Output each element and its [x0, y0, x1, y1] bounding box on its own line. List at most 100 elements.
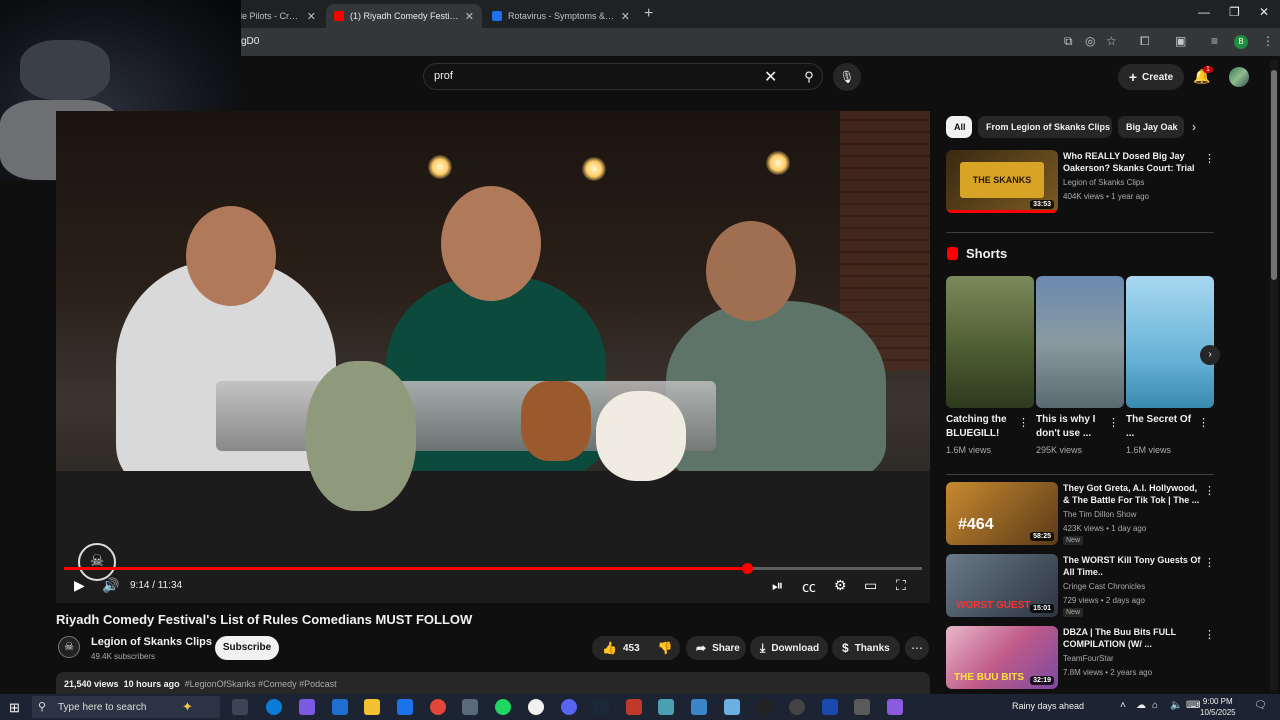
clear-search-icon[interactable]: ✕ — [764, 67, 777, 87]
tab-rotavirus[interactable]: Rotavirus - Symptoms & cause ✕ — [484, 4, 638, 28]
play-icon[interactable]: ▶ — [74, 577, 85, 594]
tab-search-icon[interactable]: ≡ — [1211, 34, 1218, 48]
captions-icon[interactable]: ㏄ — [802, 577, 816, 597]
weather-widget[interactable]: Rainy days ahead — [1012, 701, 1084, 711]
close-tab-icon[interactable]: ✕ — [465, 10, 474, 23]
spotify-icon[interactable] — [495, 699, 511, 715]
app-icon[interactable] — [528, 699, 544, 715]
more-options-icon[interactable]: ⋮ — [1198, 416, 1209, 429]
download-button[interactable]: ⤓ Download — [750, 636, 828, 660]
subscribe-button[interactable]: Subscribe — [215, 636, 279, 660]
app-icon[interactable] — [757, 699, 773, 715]
search-box[interactable]: prof ✕ ⚲ — [423, 63, 823, 90]
app-icon[interactable] — [724, 699, 740, 715]
description-box[interactable]: 21,540 views 10 hours ago #LegionOfSkank… — [56, 672, 930, 694]
restore-icon[interactable]: ❐ — [1229, 5, 1240, 19]
eye-off-icon[interactable]: ◎ — [1085, 34, 1095, 48]
edge-icon[interactable] — [266, 699, 282, 715]
scrollbar-thumb[interactable] — [1271, 70, 1277, 280]
autoplay-toggle-icon[interactable]: ⏯ — [772, 577, 783, 594]
calculator-icon[interactable] — [691, 699, 707, 715]
theater-mode-icon[interactable]: ▭ — [864, 577, 877, 594]
channel-avatar[interactable]: ☠ — [58, 636, 80, 658]
more-options-icon[interactable]: ⋮ — [1108, 416, 1119, 429]
outlook-icon[interactable] — [397, 699, 413, 715]
more-options-icon[interactable]: ⋮ — [1018, 416, 1029, 429]
chip-from-channel[interactable]: From Legion of Skanks Clips — [978, 116, 1112, 138]
short-item[interactable]: The Secret Of ... 1.6M views ⋮ — [1126, 276, 1214, 455]
url-text[interactable]: gD0 — [241, 36, 259, 47]
hashtags[interactable]: #LegionOfSkanks #Comedy #Podcast — [185, 679, 337, 689]
page-scrollbar[interactable] — [1270, 60, 1278, 690]
network-icon[interactable]: ⌂ — [1152, 700, 1158, 711]
short-item[interactable]: This is why I don't use ... 295K views ⋮ — [1036, 276, 1124, 455]
chip-all[interactable]: All — [946, 116, 972, 138]
new-tab-icon[interactable]: + — [644, 5, 653, 23]
search-input[interactable]: prof — [434, 70, 453, 82]
media-player-icon[interactable] — [789, 699, 805, 715]
share-button[interactable]: ➦ Share — [686, 636, 746, 660]
short-item[interactable]: Catching the BLUEGILL! 1.6M views ⋮ — [946, 276, 1034, 455]
malwarebytes-icon[interactable] — [822, 699, 838, 715]
dislike-icon[interactable]: 👎 — [658, 641, 673, 655]
close-tab-icon[interactable]: ✕ — [621, 10, 630, 23]
tray-chevron-icon[interactable]: ˄ — [1120, 700, 1126, 711]
app-icon[interactable] — [462, 699, 478, 715]
task-view-icon[interactable] — [232, 699, 248, 715]
create-button[interactable]: + Create — [1118, 64, 1184, 90]
search-icon[interactable]: ⚲ — [794, 64, 824, 89]
settings-icon[interactable] — [854, 699, 870, 715]
sidepanel-icon[interactable]: ▣ — [1175, 34, 1186, 48]
profile-avatar[interactable]: B — [1234, 35, 1248, 49]
notifications-icon[interactable]: 🗨 — [1254, 700, 1267, 711]
store-icon[interactable] — [332, 699, 348, 715]
like-count[interactable]: 453 — [623, 643, 640, 654]
chip-big-jay[interactable]: Big Jay Oak — [1118, 116, 1184, 138]
more-actions-icon[interactable]: ⋯ — [905, 636, 929, 660]
more-options-icon[interactable]: ⋮ — [1204, 152, 1215, 165]
volume-tray-icon[interactable]: 🔈 — [1170, 700, 1182, 711]
close-tab-icon[interactable]: ✕ — [307, 10, 316, 23]
close-window-icon[interactable]: ✕ — [1259, 5, 1269, 19]
tray-icon[interactable]: ⌨ — [1186, 700, 1200, 711]
app-icon[interactable] — [626, 699, 642, 715]
chrome-icon[interactable] — [430, 699, 446, 715]
windows-start-icon[interactable]: ⊞ — [9, 700, 20, 716]
tray-icon[interactable]: ☁ — [1136, 700, 1146, 711]
more-options-icon[interactable]: ⋮ — [1204, 484, 1215, 497]
taskbar-search[interactable]: ⚲ Type here to search ✦ — [32, 696, 220, 718]
account-avatar[interactable] — [1229, 67, 1249, 87]
channel-name[interactable]: Legion of Skanks Clips — [91, 636, 212, 648]
app-icon[interactable] — [887, 699, 903, 715]
volume-icon[interactable]: 🔊 — [102, 577, 119, 594]
recommendation-item[interactable]: THE SKANKS COURT 33:53 Who REALLY Dosed … — [946, 150, 1216, 218]
steam-icon[interactable] — [593, 699, 609, 715]
system-clock[interactable]: 9:00 PM 10/5/2025 — [1200, 696, 1236, 718]
settings-gear-icon[interactable]: ⚙ — [834, 577, 847, 594]
recommendation-item[interactable]: THE BUU BITS 32:19 DBZA | The Buu Bits F… — [946, 626, 1216, 694]
chevron-right-icon[interactable]: › — [1192, 120, 1196, 134]
chevron-right-icon[interactable]: › — [1200, 345, 1220, 365]
copilot-icon[interactable] — [299, 699, 315, 715]
progress-bar[interactable] — [64, 567, 922, 570]
extensions-icon[interactable]: ⧠ — [1140, 34, 1150, 49]
microphone-icon[interactable]: 🎙 — [833, 63, 861, 91]
video-player[interactable]: ☠ ▶ 🔊 9:14 / 11:34 ⏯ ㏄ ⚙ ▭ ⛶ — [56, 111, 930, 603]
fullscreen-icon[interactable]: ⛶ — [896, 577, 906, 594]
like-icon[interactable]: 👍 — [602, 641, 617, 655]
more-options-icon[interactable]: ⋮ — [1204, 556, 1215, 569]
recommendation-item[interactable]: #464 58:25 They Got Greta, A.I. Hollywoo… — [946, 482, 1216, 550]
discord-icon[interactable] — [561, 699, 577, 715]
cast-icon[interactable]: ⧉ — [1064, 34, 1073, 49]
file-explorer-icon[interactable] — [364, 699, 380, 715]
thanks-button[interactable]: $ Thanks — [832, 636, 900, 660]
tab-pilots[interactable]: le Pilots - Creep ✕ — [232, 4, 324, 28]
minimize-icon[interactable]: — — [1198, 5, 1210, 19]
recommendation-item[interactable]: WORST GUEST 15:01 The WORST Kill Tony Gu… — [946, 554, 1216, 622]
app-icon[interactable] — [658, 699, 674, 715]
menu-icon[interactable]: ⋮ — [1262, 34, 1274, 48]
channel-watermark-icon[interactable]: ☠ — [78, 543, 116, 581]
tab-riyadh-video[interactable]: (1) Riyadh Comedy Festival's Lis ✕ — [326, 4, 482, 28]
star-icon[interactable]: ☆ — [1106, 34, 1117, 48]
more-options-icon[interactable]: ⋮ — [1204, 628, 1215, 641]
